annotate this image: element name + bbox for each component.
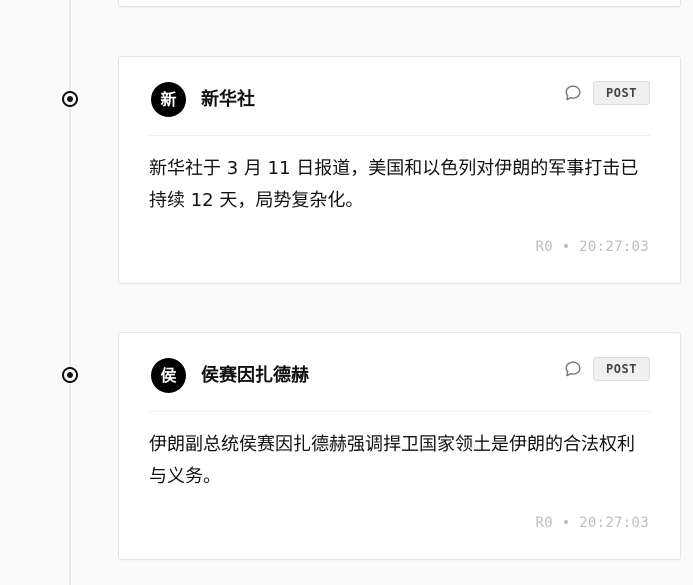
post-header: 新 新华社 POST (149, 79, 650, 119)
post-meta: R0 • 20:27:03 (535, 515, 649, 531)
avatar[interactable]: 侯 (151, 358, 186, 393)
timeline-dot-icon (62, 367, 78, 383)
post-badge[interactable]: POST (593, 81, 650, 105)
post-card: 新 新华社 POST 新华社于 3 月 11 日报道，美国和以色列对伊朗的军事打… (118, 56, 681, 284)
post-badge[interactable]: POST (593, 357, 650, 381)
post-text: 伊朗副总统侯赛因扎德赫强调捍卫国家领土是伊朗的合法权利与义务。 (149, 434, 635, 487)
divider (149, 135, 650, 136)
comment-bubble-icon[interactable] (564, 84, 582, 102)
source-name[interactable]: 新华社 (201, 89, 255, 111)
timeline-dot-icon (62, 91, 78, 107)
comment-bubble-icon[interactable] (564, 360, 582, 378)
timeline-line (69, 0, 71, 585)
timeline-feed: 新 新华社 POST 新华社于 3 月 11 日报道，美国和以色列对伊朗的军事打… (0, 0, 693, 585)
post-text: 新华社于 3 月 11 日报道，美国和以色列对伊朗的军事打击已持续 12 天，局… (149, 158, 639, 211)
post-card: 侯 侯赛因扎德赫 POST 伊朗副总统侯赛因扎德赫强调捍卫国家领土是伊朗的合法权… (118, 332, 681, 560)
source-name[interactable]: 侯赛因扎德赫 (201, 365, 309, 387)
post-header: 侯 侯赛因扎德赫 POST (149, 355, 650, 395)
post-meta: R0 • 20:27:03 (535, 239, 649, 255)
previous-post-card (118, 0, 681, 7)
divider (149, 411, 650, 412)
avatar[interactable]: 新 (151, 82, 186, 117)
